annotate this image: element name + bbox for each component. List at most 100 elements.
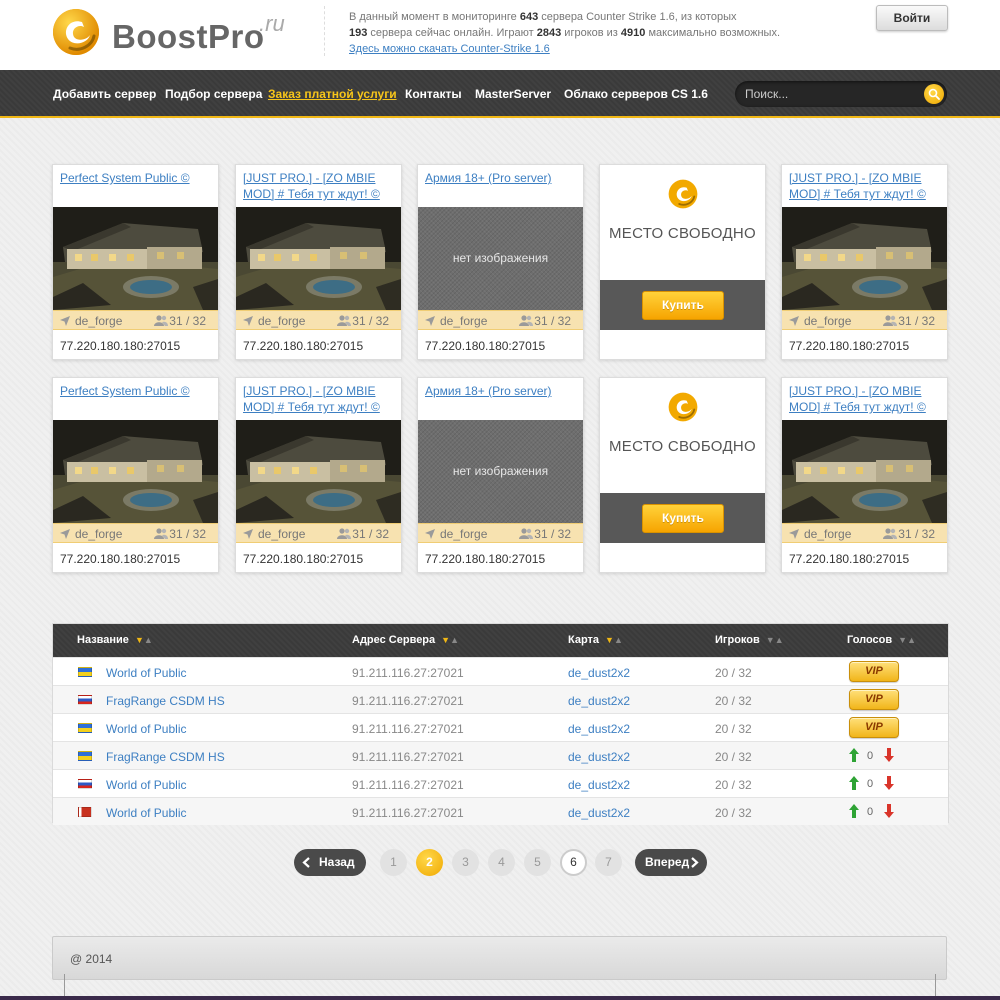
country-flag-icon — [78, 723, 92, 733]
boostpro-logo-icon — [668, 392, 698, 422]
map-screenshot — [236, 207, 401, 310]
server-map-link[interactable]: de_dust2x2 — [568, 722, 630, 736]
country-flag-icon — [78, 779, 92, 789]
search-input[interactable] — [745, 85, 915, 103]
col-votes-header[interactable]: Голосов ▼▲ — [847, 634, 916, 646]
server-card-title[interactable]: Perfect System Public © — [60, 170, 210, 186]
page-2-button[interactable]: 2 — [416, 849, 443, 876]
boostpro-logo-icon — [668, 179, 698, 209]
server-card[interactable]: [JUST PRO.] - [ZO MBIE MOD] # Тебя тут ж… — [781, 377, 948, 573]
vip-badge[interactable]: VIP — [849, 717, 899, 738]
server-address: 91.211.116.27:27021 — [352, 694, 464, 708]
site-logo[interactable]: BoostPro .ru — [52, 8, 302, 58]
players-icon — [519, 528, 533, 539]
vote-down-icon[interactable] — [884, 748, 894, 762]
free-slot-text: МЕСТО СВОБОДНО — [608, 225, 757, 242]
server-card[interactable]: Армия 18+ (Pro server) нет изображения de_… — [417, 377, 584, 573]
nav-server-selection[interactable]: Подбор сервера — [165, 87, 262, 101]
page-5-button[interactable]: 5 — [524, 849, 551, 876]
no-image-text: нет изображения — [452, 464, 549, 478]
chevron-right-icon — [691, 857, 699, 868]
buy-slot-button[interactable]: Купить — [642, 504, 724, 533]
server-name-link[interactable]: World of Public — [106, 666, 186, 680]
table-row[interactable]: FragRange CSDM HS 91.211.116.27:27021 de_d… — [53, 685, 948, 713]
search-button[interactable] — [924, 84, 944, 104]
nav-cloud-servers[interactable]: Облако серверов CS 1.6 — [564, 87, 708, 101]
server-card[interactable]: [JUST PRO.] - [ZO MBIE MOD] # Тебя тут ж… — [781, 164, 948, 360]
server-card[interactable]: [JUST PRO.] - [ZO MBIE MOD] # Тебя тут ж… — [235, 377, 402, 573]
page-4-button[interactable]: 4 — [488, 849, 515, 876]
server-map-link[interactable]: de_dust2x2 — [568, 806, 630, 820]
server-card[interactable]: Армия 18+ (Pro server) нет изображения de_… — [417, 164, 584, 360]
nav-contacts[interactable]: Контакты — [405, 87, 462, 101]
table-row[interactable]: World of Public 91.211.116.27:27021 de_dus… — [53, 657, 948, 685]
col-map-header[interactable]: Карта ▼▲ — [568, 634, 623, 646]
server-name-link[interactable]: World of Public — [106, 778, 186, 792]
vote-down-icon[interactable] — [884, 804, 894, 818]
vote-up-icon[interactable] — [849, 776, 859, 790]
server-card-title[interactable]: [JUST PRO.] - [ZO MBIE MOD] # Тебя тут ж… — [243, 383, 393, 415]
country-flag-icon — [78, 751, 92, 761]
server-map-link[interactable]: de_dust2x2 — [568, 694, 630, 708]
free-slot-card: МЕСТО СВОБОДНО Купить — [599, 377, 766, 573]
server-map-link[interactable]: de_dust2x2 — [568, 750, 630, 764]
server-card-title[interactable]: [JUST PRO.] - [ZO MBIE MOD] # Тебя тут ж… — [789, 170, 939, 202]
server-name-link[interactable]: FragRange CSDM HS — [106, 694, 225, 708]
location-arrow-icon — [60, 316, 70, 326]
prev-page-button[interactable]: Назад — [294, 849, 366, 876]
no-image-text: нет изображения — [452, 251, 549, 265]
players-icon — [337, 315, 351, 326]
page-6-button[interactable]: 6 — [560, 849, 587, 876]
vote-up-icon[interactable] — [849, 804, 859, 818]
server-card-ip: 77.220.180.180:27015 — [243, 339, 364, 353]
server-card-info-bar: de_forge 31 / 32 — [236, 523, 401, 543]
server-card-info-bar: de_forge 31 / 32 — [782, 523, 947, 543]
server-card-map: de_forge — [258, 314, 306, 328]
server-card-title[interactable]: Армия 18+ (Pro server) — [425, 170, 575, 186]
nav-paid-service[interactable]: Заказ платной услуги — [268, 87, 397, 101]
server-card-title[interactable]: [JUST PRO.] - [ZO MBIE MOD] # Тебя тут ж… — [243, 170, 393, 202]
table-row[interactable]: FragRange CSDM HS 91.211.116.27:27021 de_d… — [53, 741, 948, 769]
table-row[interactable]: World of Public 91.211.116.27:27021 de_dus… — [53, 769, 948, 797]
nav-add-server[interactable]: Добавить сервер — [53, 87, 156, 101]
vip-badge[interactable]: VIP — [849, 689, 899, 710]
vote-count: 0 — [867, 778, 874, 790]
server-card-map: de_forge — [75, 314, 123, 328]
server-card[interactable]: Perfect System Public © de_forge 31 / 32 77… — [52, 164, 219, 360]
server-card-info-bar: de_forge 31 / 32 — [236, 310, 401, 330]
server-map-link[interactable]: de_dust2x2 — [568, 778, 630, 792]
page-3-button[interactable]: 3 — [452, 849, 479, 876]
server-card-title[interactable]: Perfect System Public © — [60, 383, 210, 399]
server-card-title[interactable]: [JUST PRO.] - [ZO MBIE MOD] # Тебя тут ж… — [789, 383, 939, 415]
server-card[interactable]: [JUST PRO.] - [ZO MBIE MOD] # Тебя тут ж… — [235, 164, 402, 360]
server-card-map: de_forge — [440, 527, 488, 541]
server-name-link[interactable]: FragRange CSDM HS — [106, 750, 225, 764]
server-name-link[interactable]: World of Public — [106, 722, 186, 736]
server-card-players: 31 / 32 — [534, 527, 571, 541]
servers-table: Название ▼▲ Адрес Сервера ▼▲ Карта ▼▲ Игрок… — [52, 623, 949, 825]
server-card[interactable]: Perfect System Public © de_forge 31 / 32 77… — [52, 377, 219, 573]
col-name-header[interactable]: Название ▼▲ — [77, 634, 153, 646]
vote-up-icon[interactable] — [849, 748, 859, 762]
table-row[interactable]: World of Public 91.211.116.27:27021 de_dus… — [53, 797, 948, 825]
col-address-header[interactable]: Адрес Сервера ▼▲ — [352, 634, 459, 646]
chevron-left-icon — [302, 857, 310, 868]
page-7-button[interactable]: 7 — [595, 849, 622, 876]
nav-masterserver[interactable]: MasterServer — [475, 87, 551, 101]
server-name-link[interactable]: World of Public — [106, 806, 186, 820]
vip-badge[interactable]: VIP — [849, 661, 899, 682]
server-card-title[interactable]: Армия 18+ (Pro server) — [425, 383, 575, 399]
buy-slot-button[interactable]: Купить — [642, 291, 724, 320]
main-nav: Добавить сервер Подбор сервера Заказ пла… — [0, 70, 1000, 118]
login-button[interactable]: Войти — [876, 5, 948, 31]
vote-down-icon[interactable] — [884, 776, 894, 790]
download-cs-link[interactable]: Здесь можно скачать Counter-Strike 1.6 — [349, 43, 550, 55]
table-row[interactable]: World of Public 91.211.116.27:27021 de_dus… — [53, 713, 948, 741]
server-card-info-bar: de_forge 31 / 32 — [418, 523, 583, 543]
next-page-button[interactable]: Вперед — [635, 849, 707, 876]
vote-controls: 0 — [849, 776, 909, 792]
logo-icon — [53, 9, 99, 55]
col-players-header[interactable]: Игроков ▼▲ — [715, 634, 784, 646]
server-map-link[interactable]: de_dust2x2 — [568, 666, 630, 680]
page-1-button[interactable]: 1 — [380, 849, 407, 876]
